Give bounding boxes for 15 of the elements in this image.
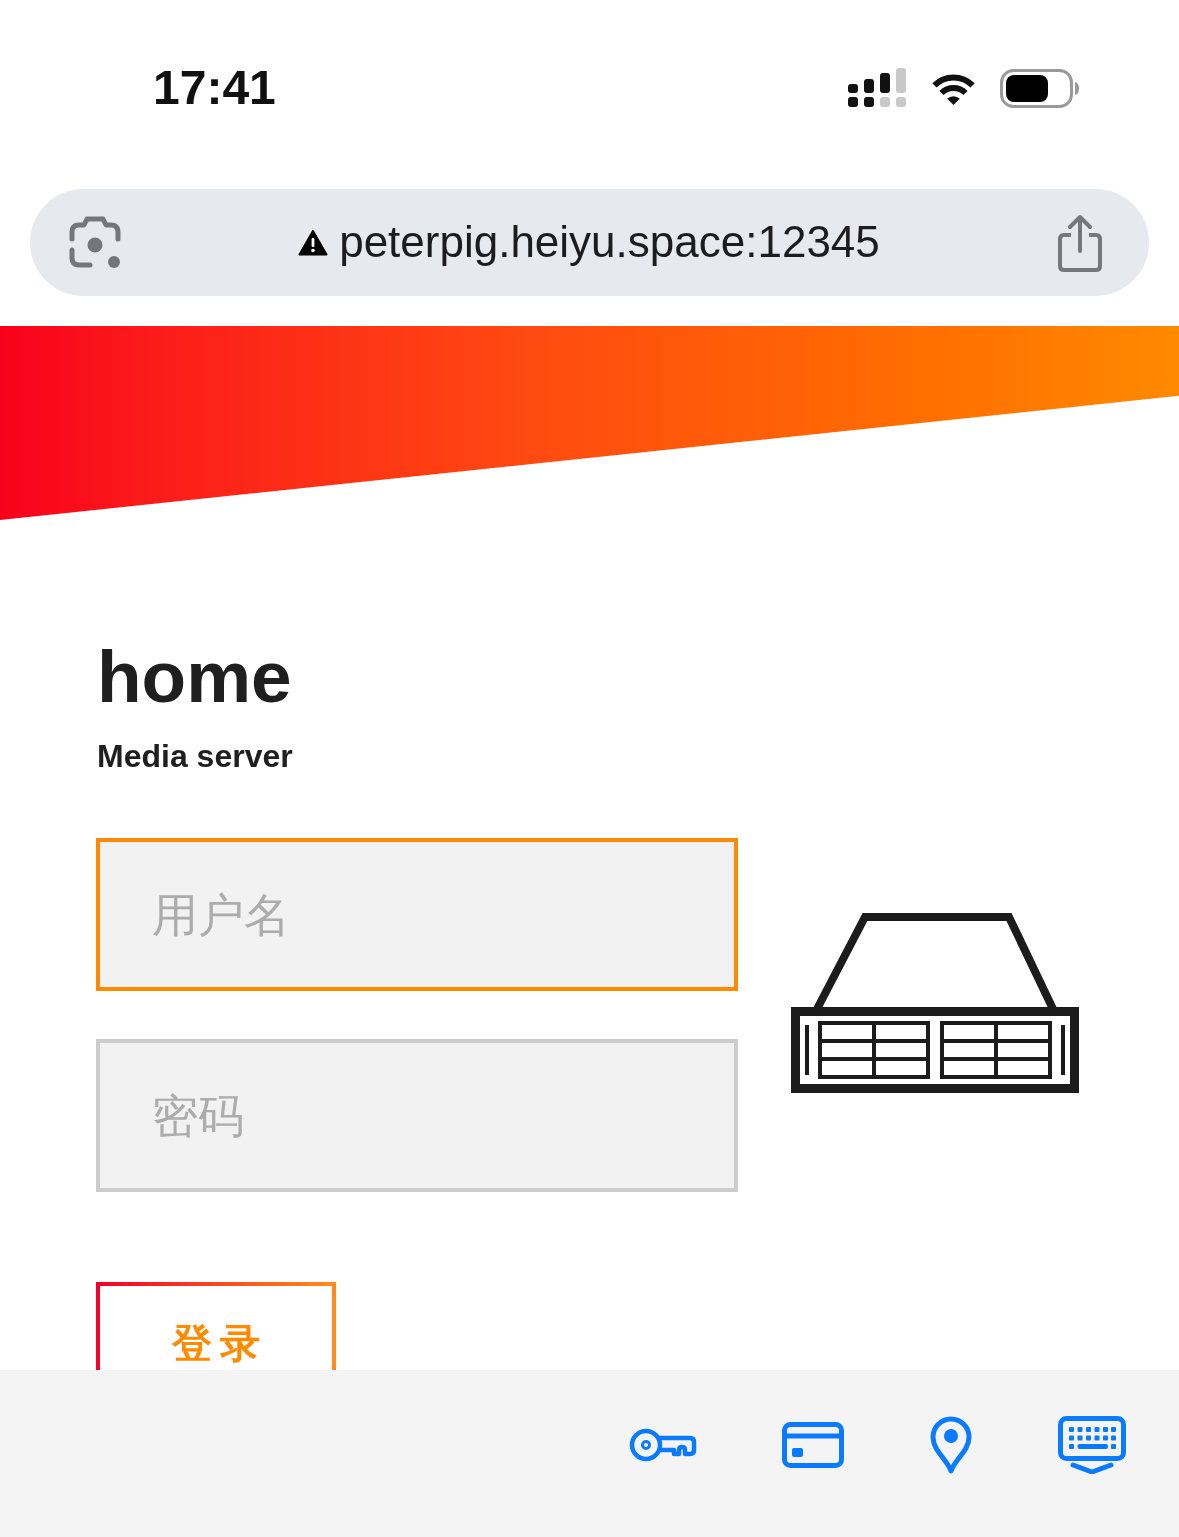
keyboard-icon[interactable] — [1058, 1415, 1126, 1474]
server-subtitle: Media server — [97, 737, 293, 776]
location-pin-icon[interactable] — [929, 1415, 973, 1474]
username-field[interactable]: 用户名 — [96, 838, 738, 991]
server-title: home — [97, 636, 292, 718]
url-text[interactable]: peterpig.heiyu.space:12345 — [339, 217, 880, 268]
share-icon[interactable] — [1056, 213, 1104, 272]
card-icon[interactable] — [782, 1421, 844, 1468]
status-time: 17:41 — [153, 64, 276, 112]
signal-icon — [847, 68, 907, 108]
key-icon[interactable] — [629, 1426, 697, 1463]
battery-icon — [1000, 68, 1080, 108]
password-field[interactable]: 密码 — [96, 1039, 738, 1192]
camera-icon[interactable] — [68, 215, 122, 270]
address-bar[interactable]: peterpig.heiyu.space:12345 — [30, 189, 1149, 296]
